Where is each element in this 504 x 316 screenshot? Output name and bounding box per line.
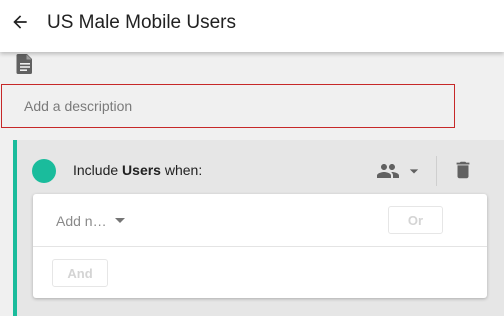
rule-status-dot xyxy=(32,159,56,183)
include-prefix: Include xyxy=(73,162,119,178)
and-button[interactable]: And xyxy=(52,259,108,287)
audience-type-dropdown[interactable] xyxy=(376,158,424,184)
top-app-bar: US Male Mobile Users xyxy=(0,0,504,52)
trash-icon xyxy=(456,161,470,179)
include-suffix: when: xyxy=(164,162,203,178)
include-entity: Users xyxy=(122,162,161,178)
caret-down-icon xyxy=(114,218,125,223)
chevron-down-icon xyxy=(409,169,419,174)
delete-rule-button[interactable] xyxy=(451,158,475,182)
or-button[interactable]: Or xyxy=(388,206,443,234)
add-name-dropdown[interactable]: Add n… xyxy=(56,212,125,230)
include-rule-label: Include Users when: xyxy=(73,161,202,179)
page-title: US Male Mobile Users xyxy=(47,12,236,33)
add-name-label: Add n… xyxy=(56,213,107,229)
back-button[interactable] xyxy=(6,8,34,36)
arrow-back-icon xyxy=(13,15,27,29)
card-divider xyxy=(33,246,487,247)
document-icon xyxy=(16,54,32,74)
description-input[interactable] xyxy=(1,84,455,128)
toolbar-divider xyxy=(436,156,437,186)
conditions-card: Add n… Or And xyxy=(33,194,487,298)
people-icon xyxy=(377,164,399,178)
